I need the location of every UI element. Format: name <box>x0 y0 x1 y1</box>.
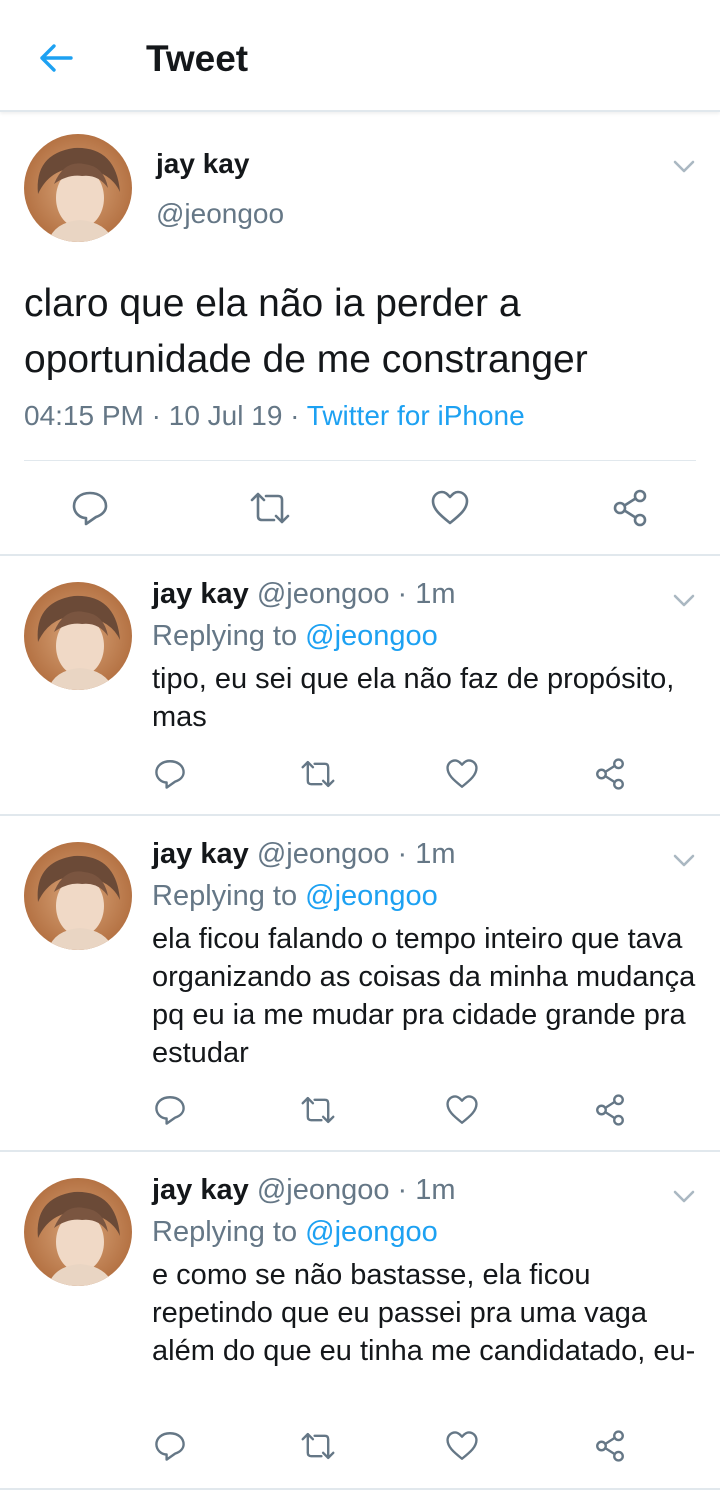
heart-icon <box>446 1095 478 1124</box>
like-button[interactable] <box>440 1088 484 1132</box>
share-button[interactable] <box>588 1088 632 1132</box>
header-separator: · <box>397 578 416 610</box>
reply-button[interactable] <box>148 1088 192 1132</box>
tweet-menu-button[interactable] <box>670 1182 698 1210</box>
replying-to-label: Replying to <box>152 880 298 912</box>
author-name[interactable]: jay kay <box>152 1174 249 1206</box>
tweet-menu-button[interactable] <box>670 846 698 874</box>
chevron-down-icon <box>673 854 695 867</box>
top-app-bar: Tweet <box>0 0 720 112</box>
reply-icon <box>155 760 185 789</box>
tweet-time: 1m <box>415 838 456 870</box>
reply-header: jay kay @jeongoo · 1m <box>152 838 456 871</box>
retweet-button[interactable] <box>248 486 292 530</box>
share-button[interactable] <box>588 1424 632 1468</box>
retweet-button[interactable] <box>296 752 340 796</box>
author-handle[interactable]: @jeongoo <box>257 1174 390 1206</box>
tweet-text: claro que ela não ia perder a oportunida… <box>24 282 588 381</box>
like-button[interactable] <box>440 752 484 796</box>
reply-button[interactable] <box>68 486 112 530</box>
author-name[interactable]: jay kay <box>156 148 249 180</box>
header-separator: · <box>397 1174 416 1206</box>
tweet-time: 1m <box>415 1174 456 1206</box>
divider <box>24 460 696 461</box>
replying-to-label: Replying to <box>152 1216 298 1248</box>
mention-link[interactable]: @jeongoo <box>305 1216 438 1248</box>
share-icon <box>596 1430 624 1462</box>
reply-icon <box>72 491 108 526</box>
arrow-left-icon <box>40 44 73 72</box>
retweet-button[interactable] <box>296 1424 340 1468</box>
back-button[interactable] <box>34 36 78 80</box>
tweet-time: 1m <box>415 578 456 610</box>
author-handle[interactable]: @jeongoo <box>156 198 284 230</box>
retweet-icon <box>301 760 335 788</box>
heart-icon <box>431 490 469 525</box>
tweet-text: tipo, eu sei que ela não faz de propósit… <box>152 663 675 733</box>
avatar[interactable] <box>24 582 132 690</box>
like-button[interactable] <box>440 1424 484 1468</box>
tweet-meta: 04:15 PM · 10 Jul 19 · Twitter for iPhon… <box>24 400 525 432</box>
share-icon <box>613 489 647 527</box>
replying-to-label: Replying to <box>152 620 298 652</box>
tweet-text: ela ficou falando o tempo inteiro que ta… <box>152 923 696 1069</box>
author-handle[interactable]: @jeongoo <box>257 838 390 870</box>
like-button[interactable] <box>428 486 472 530</box>
reply-tweet[interactable]: jay kay @jeongoo · 1m Replying to @jeong… <box>0 818 720 1152</box>
reply-header: jay kay @jeongoo · 1m <box>152 1174 456 1207</box>
replying-to: Replying to @jeongoo <box>152 880 438 913</box>
heart-icon <box>446 759 478 788</box>
tweet-text: e como se não bastasse, ela ficou repeti… <box>152 1259 696 1367</box>
share-icon <box>596 758 624 790</box>
tweet-menu-button[interactable] <box>670 152 698 180</box>
retweet-icon <box>301 1096 335 1124</box>
heart-icon <box>446 1431 478 1460</box>
replying-to: Replying to @jeongoo <box>152 620 438 653</box>
meta-separator: · <box>151 400 169 431</box>
page-title: Tweet <box>146 38 249 79</box>
mention-link[interactable]: @jeongoo <box>305 620 438 652</box>
share-icon <box>596 1094 624 1126</box>
author-handle[interactable]: @jeongoo <box>257 578 390 610</box>
mention-link[interactable]: @jeongoo <box>305 880 438 912</box>
share-button[interactable] <box>588 752 632 796</box>
tweet-source-link[interactable]: Twitter for iPhone <box>307 400 525 431</box>
reply-tweet[interactable]: jay kay @jeongoo · 1m Replying to @jeong… <box>0 558 720 816</box>
chevron-down-icon <box>673 1190 695 1203</box>
chevron-down-icon <box>673 160 695 173</box>
author-name[interactable]: jay kay <box>152 578 249 610</box>
meta-separator: · <box>290 400 307 431</box>
replying-to: Replying to @jeongoo <box>152 1216 438 1249</box>
main-tweet: jay kay @jeongoo claro que ela não ia pe… <box>0 114 720 556</box>
reply-button[interactable] <box>148 752 192 796</box>
avatar[interactable] <box>24 134 132 242</box>
avatar[interactable] <box>24 1178 132 1286</box>
avatar[interactable] <box>24 842 132 950</box>
header-separator: · <box>397 838 416 870</box>
tweet-time: 04:15 PM <box>24 400 144 431</box>
reply-tweet[interactable]: jay kay @jeongoo · 1m Replying to @jeong… <box>0 1154 720 1490</box>
chevron-down-icon <box>673 594 695 607</box>
reply-icon <box>155 1096 185 1125</box>
reply-button[interactable] <box>148 1424 192 1468</box>
author-name[interactable]: jay kay <box>152 838 249 870</box>
retweet-icon <box>301 1432 335 1460</box>
share-button[interactable] <box>608 486 652 530</box>
tweet-menu-button[interactable] <box>670 586 698 614</box>
retweet-button[interactable] <box>296 1088 340 1132</box>
tweet-date: 10 Jul 19 <box>168 400 283 431</box>
retweet-icon <box>250 492 290 524</box>
reply-header: jay kay @jeongoo · 1m <box>152 578 456 611</box>
reply-icon <box>155 1432 185 1461</box>
